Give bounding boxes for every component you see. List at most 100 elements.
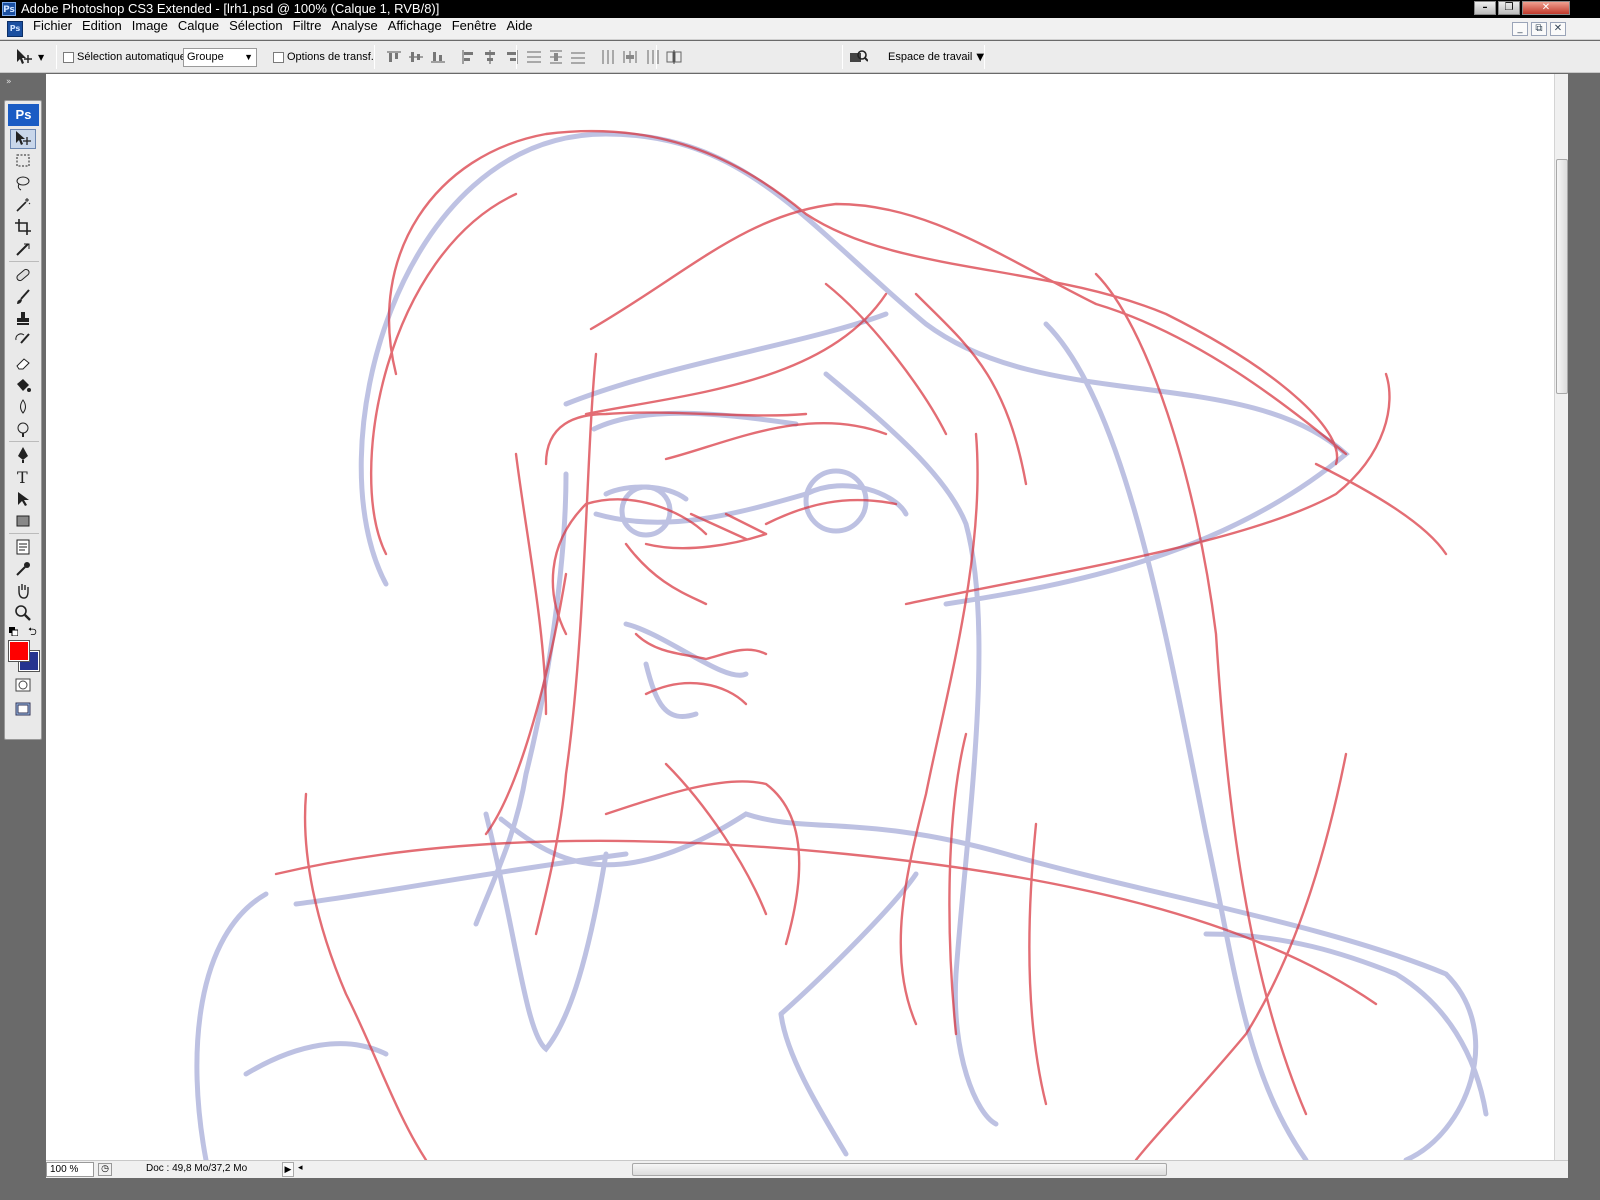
menu-aide[interactable]: Aide (502, 18, 538, 40)
hand-tool[interactable] (10, 581, 36, 601)
doc-minimize-button[interactable]: _ (1512, 22, 1528, 36)
brush-tool[interactable] (10, 287, 36, 307)
close-button[interactable]: ✕ (1522, 1, 1570, 15)
document-icon[interactable]: Ps (7, 21, 23, 37)
close-icon: ✕ (1541, 2, 1551, 13)
swap-colors-icon[interactable]: ⮌ (28, 623, 37, 642)
vertical-scroll-thumb[interactable] (1556, 159, 1568, 394)
quick-mask-icon (15, 678, 31, 692)
bottom-background (0, 1178, 1600, 1200)
auto-select-dropdown[interactable]: Groupe ▼ (183, 47, 257, 67)
options-bar: ▼ Sélection automatique : Groupe ▼ Optio… (0, 41, 1600, 73)
crop-tool[interactable] (10, 217, 36, 237)
align-right-icon[interactable] (502, 47, 522, 67)
doc-restore-button[interactable]: ⧉ (1531, 22, 1547, 36)
bridge-icon[interactable] (848, 47, 869, 67)
brush-icon (17, 289, 30, 304)
lasso-tool[interactable] (10, 173, 36, 193)
type-icon: T (17, 468, 28, 486)
chevron-down-icon: ▼ (38, 52, 45, 62)
transform-controls-label: Options de transf. (287, 51, 374, 63)
tool-preset-picker[interactable]: ▼ (14, 41, 44, 73)
menu-fenetre[interactable]: Fenêtre (447, 18, 502, 40)
doc-close-button[interactable]: ✕ (1550, 22, 1566, 36)
default-colors-icon[interactable] (9, 625, 19, 637)
menu-filtre[interactable]: Filtre (288, 18, 327, 40)
menu-affichage[interactable]: Affichage (383, 18, 447, 40)
healing-brush-tool[interactable] (10, 265, 36, 285)
scroll-left-icon[interactable]: ◂ (298, 1163, 303, 1173)
sketch-stroke (303, 792, 428, 1160)
distribute-hcenter-icon[interactable] (620, 47, 640, 67)
minimize-button[interactable]: – (1474, 1, 1496, 15)
eyedropper-tool[interactable] (10, 559, 36, 579)
distribute-right-icon[interactable] (642, 47, 662, 67)
collapse-toolbox-icon[interactable]: » (6, 77, 12, 87)
transform-controls-checkbox[interactable] (273, 51, 284, 63)
sketch-stroke (473, 471, 569, 927)
distribute-left-icon[interactable] (598, 47, 618, 67)
menu-image[interactable]: Image (127, 18, 173, 40)
notes-tool[interactable] (10, 537, 36, 557)
history-brush-tool[interactable] (10, 331, 36, 351)
document-canvas[interactable] (46, 74, 1554, 1160)
magic-wand-tool[interactable] (10, 195, 36, 215)
zoom-tool[interactable] (10, 603, 36, 623)
zoom-field[interactable]: 100 % (46, 1162, 94, 1177)
sketch-stroke (619, 484, 673, 538)
screen-mode-button[interactable] (10, 699, 36, 719)
distribute-top-icon[interactable] (524, 47, 544, 67)
distribute-vcenter-icon[interactable] (546, 47, 566, 67)
pen-tool[interactable] (10, 445, 36, 465)
move-tool[interactable] (10, 129, 36, 149)
move-tool-icon (14, 47, 34, 67)
paint-bucket-tool[interactable] (10, 375, 36, 395)
align-bottom-icon[interactable] (428, 47, 448, 67)
menu-bar: Ps Fichier Edition Image Calque Sélectio… (0, 18, 1600, 40)
sketch-stroke (778, 1011, 849, 1157)
notes-icon (16, 539, 30, 555)
sketch-stroke (624, 542, 708, 606)
slice-tool[interactable] (10, 239, 36, 259)
restore-button[interactable]: ❐ (1498, 1, 1520, 15)
horizontal-scrollbar[interactable]: ◂ (296, 1162, 1566, 1177)
align-left-icon[interactable] (458, 47, 478, 67)
marquee-tool[interactable] (10, 151, 36, 171)
auto-select-label: Sélection automatique : (77, 51, 192, 63)
status-menu-arrow[interactable]: ▶ (282, 1162, 294, 1177)
shape-tool[interactable] (10, 511, 36, 531)
menu-calque[interactable]: Calque (173, 18, 224, 40)
eraser-tool[interactable] (10, 353, 36, 373)
move-icon (16, 131, 31, 145)
sketch-stroke (387, 129, 1339, 466)
status-info-icon[interactable]: ◷ (98, 1163, 112, 1176)
magic-wand-icon (16, 198, 31, 212)
auto-select-checkbox[interactable] (63, 51, 74, 63)
dodge-tool[interactable] (10, 419, 36, 439)
sketch-stroke (764, 498, 898, 526)
path-selection-tool[interactable] (10, 489, 36, 509)
toolbox-logo: Ps (8, 104, 39, 126)
menu-edition[interactable]: Edition (77, 18, 127, 40)
type-tool[interactable]: T (10, 467, 36, 487)
clone-stamp-tool[interactable] (10, 309, 36, 329)
align-vcenter-icon[interactable] (406, 47, 426, 67)
align-hcenter-icon[interactable] (480, 47, 500, 67)
menu-fichier[interactable]: Fichier (28, 18, 77, 40)
horizontal-scroll-thumb[interactable] (632, 1163, 1167, 1176)
blur-icon (20, 399, 26, 414)
dropdown-arrow-icon: ▼ (244, 51, 253, 62)
vertical-scrollbar[interactable] (1554, 74, 1568, 1160)
auto-align-layers-icon[interactable] (664, 47, 684, 67)
quick-mask-button[interactable] (10, 675, 36, 695)
menu-selection[interactable]: Sélection (224, 18, 287, 40)
align-top-icon[interactable] (384, 47, 404, 67)
restore-icon: ❐ (1504, 2, 1514, 13)
sketch-artwork (194, 129, 1489, 1160)
foreground-color-swatch[interactable] (8, 640, 30, 662)
menu-analyse[interactable]: Analyse (326, 18, 382, 40)
workspace-menu[interactable]: Espace de travail ▼ (888, 41, 984, 73)
sketch-stroke (563, 311, 889, 407)
blur-tool[interactable] (10, 397, 36, 417)
distribute-bottom-icon[interactable] (568, 47, 588, 67)
